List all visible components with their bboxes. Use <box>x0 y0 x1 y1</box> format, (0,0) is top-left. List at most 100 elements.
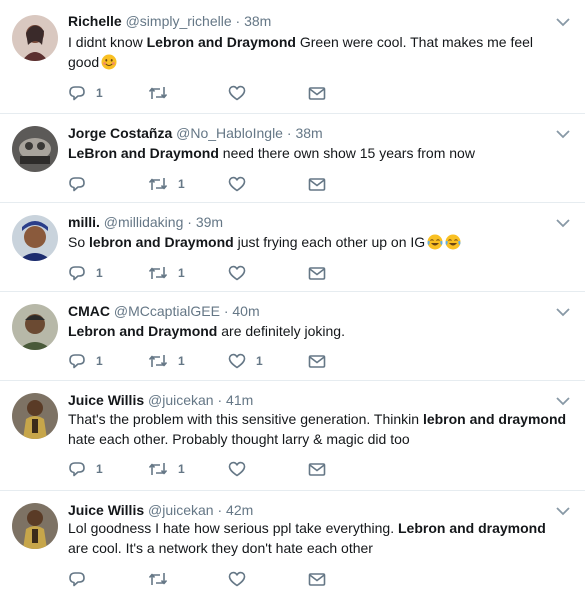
retweet-button[interactable]: 1 <box>148 459 185 479</box>
separator: · <box>187 214 192 230</box>
tweet[interactable]: CMAC @MCcaptialGEE · 40m Lebron and Dray… <box>0 291 585 380</box>
user-name[interactable]: Juice Willis <box>68 502 144 518</box>
tears-of-joy-emoji-icon <box>445 234 461 250</box>
chevron-down-icon[interactable] <box>556 129 570 139</box>
timestamp[interactable]: 41m <box>226 392 253 408</box>
chevron-down-icon[interactable] <box>556 307 570 317</box>
chevron-down-icon[interactable] <box>556 218 570 228</box>
user-handle[interactable]: @juicekan <box>148 502 214 518</box>
text-part: hate each other. Probably thought larry … <box>68 431 410 447</box>
avatar[interactable] <box>12 215 58 261</box>
avatar[interactable] <box>12 503 58 549</box>
tweet-text: Lol goodness I hate how serious ppl take… <box>68 518 568 558</box>
direct-message-button[interactable] <box>308 83 326 103</box>
avatar[interactable] <box>12 15 58 61</box>
envelope-icon <box>308 463 326 476</box>
text-highlight: Lebron and draymond <box>397 520 546 536</box>
user-handle[interactable]: @No_HabloIngle <box>176 125 283 141</box>
like-button[interactable] <box>228 263 256 283</box>
separator: · <box>223 303 229 319</box>
user-name[interactable]: Juice Willis <box>68 392 144 408</box>
tweet[interactable]: Juice Willis @juicekan · 42m Lol goodnes… <box>0 490 585 599</box>
tweet-header: Richelle @simply_richelle · 38m <box>68 12 271 30</box>
avatar[interactable] <box>12 304 58 350</box>
tweet-text: So lebron and Draymond just frying each … <box>68 232 568 252</box>
avatar[interactable] <box>12 393 58 439</box>
retweet-icon <box>148 463 168 475</box>
timestamp[interactable]: 39m <box>196 214 223 230</box>
user-handle[interactable]: @juicekan <box>148 392 214 408</box>
timestamp[interactable]: 40m <box>232 303 259 319</box>
reply-icon <box>69 572 85 587</box>
chevron-down-icon[interactable] <box>556 396 570 406</box>
retweet-icon <box>148 355 168 367</box>
text-part: That's the problem with this sensitive g… <box>68 411 423 427</box>
timestamp[interactable]: 42m <box>226 502 253 518</box>
separator: · <box>217 502 223 518</box>
direct-message-button[interactable] <box>308 174 326 194</box>
text-part: just frying each other up on IG <box>233 234 426 250</box>
retweet-button[interactable] <box>148 83 178 103</box>
direct-message-button[interactable] <box>308 263 326 283</box>
tweet-header: Jorge Costañza @No_HabloIngle · 38m <box>68 124 323 142</box>
like-button[interactable] <box>228 569 256 589</box>
text-part: So <box>68 234 90 250</box>
user-handle[interactable]: @MCcaptialGEE <box>114 303 220 319</box>
tweet-text: I didnt know Lebron and Draymond Green w… <box>68 32 568 72</box>
reply-icon <box>69 86 85 101</box>
heart-icon <box>228 571 246 587</box>
heart-icon <box>228 461 246 477</box>
direct-message-button[interactable] <box>308 459 326 479</box>
text-highlight: Lebron and Draymond <box>68 323 218 339</box>
retweet-button[interactable]: 1 <box>148 351 185 371</box>
envelope-icon <box>308 355 326 368</box>
user-handle[interactable]: @millidaking <box>104 214 184 230</box>
reply-icon <box>69 354 85 369</box>
direct-message-button[interactable] <box>308 351 326 371</box>
chevron-down-icon[interactable] <box>556 506 570 516</box>
tweet[interactable]: milli. @millidaking · 39m So lebron and … <box>0 202 585 291</box>
user-handle[interactable]: @simply_richelle <box>126 13 232 29</box>
tweet[interactable]: Richelle @simply_richelle · 38m I didnt … <box>0 0 585 113</box>
user-name[interactable]: milli. <box>68 214 100 230</box>
tweet[interactable]: Juice Willis @juicekan · 41m That's the … <box>0 380 585 490</box>
text-part: need there own show 15 years from now <box>218 145 475 161</box>
timestamp[interactable]: 38m <box>244 13 271 29</box>
reply-button[interactable]: 1 <box>68 83 103 103</box>
text-highlight: lebron and Draymond <box>89 234 234 250</box>
like-button[interactable] <box>228 174 256 194</box>
separator: · <box>235 13 241 29</box>
like-button[interactable] <box>228 83 256 103</box>
user-name[interactable]: CMAC <box>68 303 110 319</box>
retweet-count: 1 <box>178 354 185 368</box>
tweet[interactable]: Jorge Costañza @No_HabloIngle · 38m LeBr… <box>0 113 585 202</box>
like-button[interactable]: 1 <box>228 351 263 371</box>
user-name[interactable]: Richelle <box>68 13 122 29</box>
heart-icon <box>228 85 246 101</box>
avatar[interactable] <box>12 126 58 172</box>
reply-button[interactable]: 1 <box>68 459 103 479</box>
text-highlight: Lebron and Draymond <box>146 34 296 50</box>
tweet-text: Lebron and Draymond are definitely jokin… <box>68 321 568 341</box>
reply-button[interactable] <box>68 174 96 194</box>
reply-button[interactable]: 1 <box>68 351 103 371</box>
reply-button[interactable] <box>68 569 96 589</box>
chevron-down-icon[interactable] <box>556 17 570 27</box>
retweet-button[interactable]: 1 <box>148 174 185 194</box>
retweet-button[interactable] <box>148 569 178 589</box>
text-part: I didnt know <box>68 34 147 50</box>
tears-of-joy-emoji-icon <box>427 234 443 250</box>
direct-message-button[interactable] <box>308 569 326 589</box>
timestamp[interactable]: 38m <box>295 125 322 141</box>
text-part: are definitely joking. <box>217 323 345 339</box>
reply-button[interactable]: 1 <box>68 263 103 283</box>
like-count: 1 <box>256 354 263 368</box>
reply-icon <box>69 462 85 477</box>
envelope-icon <box>308 87 326 100</box>
user-name[interactable]: Jorge Costañza <box>68 125 172 141</box>
retweet-button[interactable]: 1 <box>148 263 185 283</box>
like-button[interactable] <box>228 459 256 479</box>
retweet-icon <box>148 87 168 99</box>
text-highlight: lebron and draymond <box>422 411 567 427</box>
heart-icon <box>228 353 246 369</box>
